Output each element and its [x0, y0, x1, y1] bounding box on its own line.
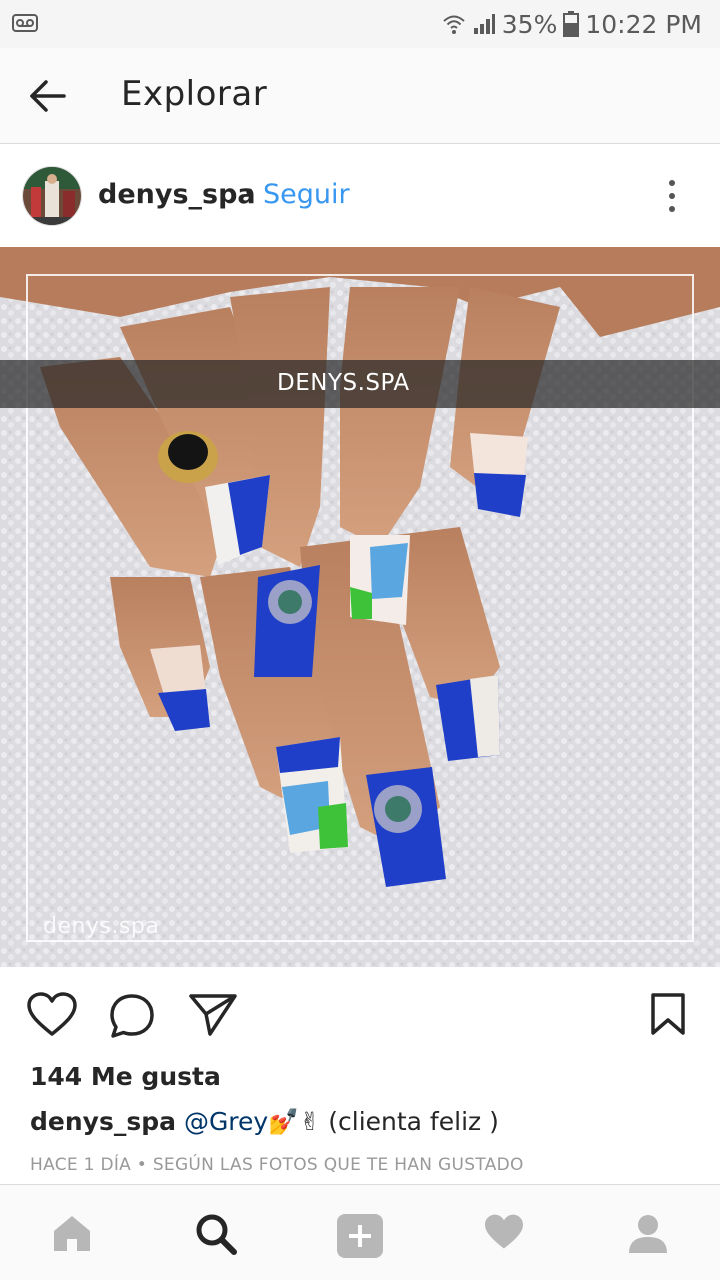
search-icon[interactable] — [195, 1213, 237, 1255]
app-header: Explorar — [0, 48, 720, 144]
comment-bubble-icon[interactable] — [108, 992, 156, 1040]
photo-watermark: denys.spa — [43, 914, 160, 939]
status-time: 10:22 PM — [585, 9, 702, 39]
caption-text: (clienta feliz ) — [328, 1107, 499, 1136]
wifi-icon — [443, 15, 465, 34]
separator-dot: • — [243, 181, 256, 206]
activity-heart-icon[interactable] — [483, 1213, 525, 1251]
page-title: Explorar — [121, 74, 268, 114]
signal-icon — [473, 14, 495, 34]
follow-button[interactable]: Seguir — [263, 179, 350, 210]
caption-emojis: 💅✌ — [268, 1107, 321, 1136]
caption-mention[interactable]: @Grey — [184, 1107, 268, 1136]
battery-percent: 35% — [501, 9, 558, 39]
bookmark-icon[interactable] — [650, 992, 686, 1036]
post-header: denys_spa • Seguir — [0, 145, 720, 247]
post-image[interactable]: DENYS.SPA denys.spa — [0, 247, 720, 967]
photo-banner-text: DENYS.SPA — [277, 370, 410, 396]
battery-icon — [563, 11, 580, 37]
post-meta: HACE 1 DÍA • SEGÚN LAS FOTOS QUE TE HAN … — [30, 1155, 524, 1175]
more-vertical-icon[interactable] — [660, 177, 684, 217]
send-paper-plane-icon[interactable] — [188, 992, 238, 1038]
avatar[interactable] — [22, 166, 82, 226]
add-post-icon[interactable] — [336, 1213, 384, 1259]
status-bar: 35% 10:22 PM — [0, 0, 720, 48]
post-actions — [0, 967, 720, 1062]
profile-icon[interactable] — [627, 1213, 669, 1255]
home-icon[interactable] — [51, 1213, 93, 1253]
likes-count[interactable]: 144 Me gusta — [30, 1062, 221, 1091]
heart-outline-icon[interactable] — [27, 992, 77, 1038]
post-username[interactable]: denys_spa — [98, 179, 256, 210]
caption-username[interactable]: denys_spa — [30, 1107, 176, 1136]
voicemail-icon — [12, 14, 38, 32]
arrow-left-icon[interactable] — [24, 76, 68, 116]
bottom-navigation — [0, 1184, 720, 1280]
post-caption: denys_spa @Grey💅✌ (clienta feliz ) — [30, 1107, 499, 1137]
